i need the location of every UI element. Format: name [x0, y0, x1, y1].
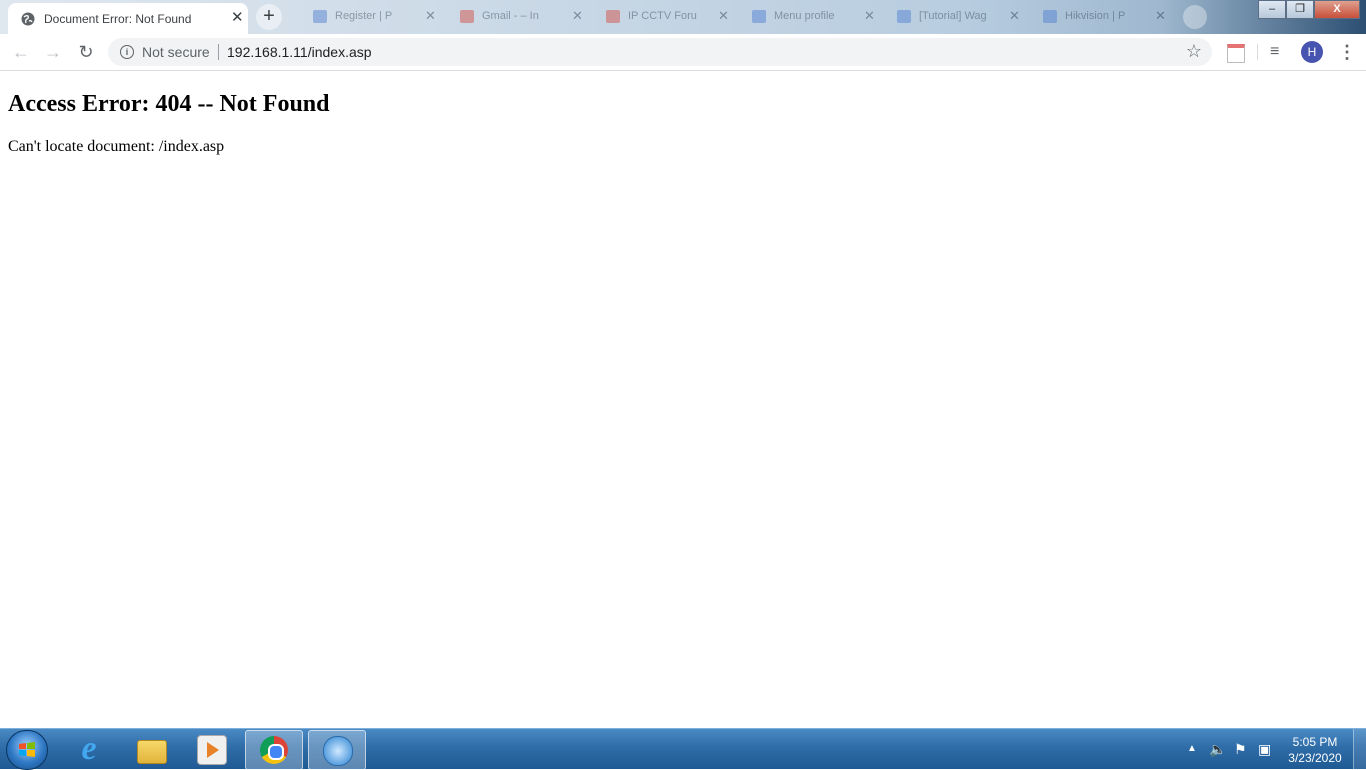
taskbar-internet-explorer[interactable]: e	[61, 730, 117, 768]
close-window-button[interactable]: X	[1314, 0, 1360, 19]
bookmark-star-icon[interactable]: ☆	[1186, 41, 1202, 62]
close-tab-icon[interactable]: ✕	[864, 8, 875, 24]
close-tab-icon[interactable]: ✕	[1009, 8, 1020, 24]
tab-title: Register | P	[335, 10, 393, 22]
taskbar-media-player[interactable]	[183, 730, 239, 768]
page-icon	[752, 10, 766, 23]
divider	[1257, 44, 1258, 60]
page-content: Access Error: 404 -- Not Found Can't loc…	[0, 71, 1366, 728]
taskbar: e ▲ 🔈 ⚑ ▣ 5:05 PM 3/23/2020	[0, 728, 1366, 770]
minimize-button[interactable]: –	[1258, 0, 1286, 19]
close-tab-icon[interactable]: ✕	[718, 8, 729, 24]
tab-title: Hikvision | P	[1065, 10, 1126, 22]
close-tab-icon[interactable]: ✕	[425, 8, 436, 24]
page-icon	[1043, 10, 1057, 23]
globe-icon	[21, 12, 35, 26]
tab-search-button[interactable]	[1183, 5, 1207, 29]
window-controls: – ❐ X	[1258, 0, 1360, 19]
new-tab-button[interactable]: +	[256, 4, 282, 30]
media-player-icon	[197, 735, 227, 765]
taskbar-file-explorer[interactable]	[123, 730, 179, 768]
clock-time: 5:05 PM	[1292, 735, 1338, 749]
internet-explorer-icon: e	[81, 730, 97, 767]
tab-title: [Tutorial] Wag	[919, 10, 987, 22]
restore-button[interactable]: ❐	[1286, 0, 1314, 19]
media-control-icon[interactable]: ≡	[1270, 43, 1279, 61]
volume-icon[interactable]: 🔈	[1209, 741, 1226, 758]
tab-title: Document Error: Not Found	[44, 12, 192, 26]
reload-button[interactable]: ↻	[74, 40, 98, 64]
clock-date: 3/23/2020	[1288, 751, 1342, 765]
network-icon[interactable]: ▣	[1258, 741, 1271, 758]
gmail-icon	[606, 10, 620, 23]
error-heading: Access Error: 404 -- Not Found	[8, 91, 330, 117]
gmail-icon	[460, 10, 474, 23]
divider	[218, 44, 219, 60]
windows-logo-icon	[19, 742, 35, 757]
close-tab-icon[interactable]: ✕	[231, 10, 244, 26]
chrome-icon	[260, 736, 288, 764]
system-clock[interactable]: 5:05 PM 3/23/2020	[1280, 734, 1350, 766]
file-explorer-icon	[137, 740, 167, 764]
taskbar-chrome[interactable]	[245, 730, 303, 770]
action-center-flag-icon[interactable]: ⚑	[1234, 741, 1247, 758]
close-tab-icon[interactable]: ✕	[1155, 8, 1166, 24]
tab-strip: Document Error: Not Found ✕ + Register |…	[0, 0, 1366, 34]
start-button[interactable]	[6, 730, 48, 770]
address-bar[interactable]: i Not secure 192.168.1.11/index.asp ☆	[108, 38, 1212, 66]
page-icon	[897, 10, 911, 23]
browser-toolbar: ← → ↻ i Not secure 192.168.1.11/index.as…	[0, 34, 1366, 71]
close-tab-icon[interactable]: ✕	[572, 8, 583, 24]
tab-title: Menu profile	[774, 10, 835, 22]
network-search-icon	[323, 736, 353, 766]
taskbar-network-search[interactable]	[308, 730, 366, 770]
page-icon	[313, 10, 327, 23]
tab-title: Gmail - – In	[482, 10, 539, 22]
profile-avatar[interactable]: H	[1301, 41, 1323, 63]
show-hidden-icons-icon[interactable]: ▲	[1187, 743, 1197, 754]
more-menu-icon[interactable]: ⋮	[1338, 42, 1356, 63]
back-button[interactable]: ←	[9, 40, 33, 64]
show-desktop-button[interactable]	[1353, 729, 1366, 769]
url-text[interactable]: 192.168.1.11/index.asp	[227, 44, 372, 60]
info-icon[interactable]: i	[120, 45, 134, 59]
tab-active[interactable]: Document Error: Not Found ✕	[8, 3, 248, 34]
error-message: Can't locate document: /index.asp	[8, 138, 225, 155]
forward-button[interactable]: →	[41, 40, 65, 64]
security-label[interactable]: Not secure	[142, 44, 210, 60]
tab-title: IP CCTV Foru	[628, 10, 697, 22]
calendar-extension-icon[interactable]	[1227, 44, 1245, 63]
